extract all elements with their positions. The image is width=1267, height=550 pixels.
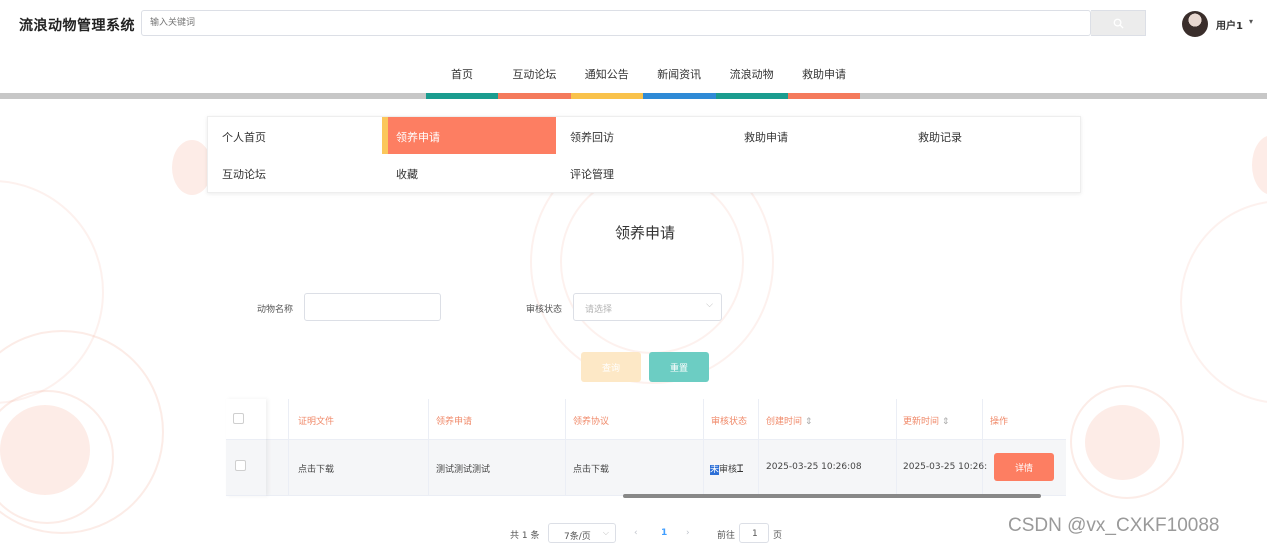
- horizontal-scrollbar[interactable]: [623, 494, 1041, 498]
- nav-item[interactable]: 新闻资讯: [643, 66, 715, 82]
- nav-color-segment: [498, 93, 571, 99]
- proof-file-link[interactable]: 点击下载: [298, 462, 334, 475]
- pagination-total: 共 1 条: [510, 531, 540, 541]
- status-select-placeholder: 请选择: [585, 305, 613, 315]
- status-cell: 未审核Ꮖ: [710, 462, 744, 475]
- submenu-item[interactable]: 领养回访: [570, 129, 614, 145]
- animal-name-input[interactable]: [304, 293, 441, 321]
- submenu-item[interactable]: 评论管理: [570, 166, 614, 182]
- chevron-down-icon[interactable]: ▾: [1249, 17, 1253, 26]
- search-button[interactable]: [1091, 10, 1146, 36]
- submenu-item[interactable]: 救助记录: [918, 129, 962, 145]
- nav-item[interactable]: 救助申请: [788, 66, 860, 82]
- col-header: 证明文件: [298, 417, 335, 427]
- submenu-item[interactable]: 个人首页: [222, 129, 266, 145]
- nav-color-segment: [788, 93, 861, 99]
- detail-button[interactable]: 详情: [994, 453, 1054, 481]
- sort-icon[interactable]: ⇕: [942, 417, 950, 427]
- col-header: 领养协议: [573, 417, 610, 427]
- search-icon: [1113, 18, 1124, 29]
- prev-page-icon[interactable]: ‹: [634, 528, 638, 538]
- submenu-item[interactable]: 救助申请: [744, 129, 788, 145]
- nav-item[interactable]: 首页: [426, 66, 498, 82]
- page-size-select[interactable]: 7条/页 ⌵: [548, 523, 616, 543]
- status-highlight: 未: [710, 465, 720, 475]
- updated-cell: 2025-03-25 10:26:: [903, 462, 988, 472]
- adoption-table: 证明文件 领养申请 领养协议 审核状态 创建时间 ⇕ 更新时间 ⇕ 操作 点击下…: [226, 399, 1066, 498]
- submenu-active-marker: [382, 117, 388, 154]
- col-header-sortable[interactable]: 更新时间 ⇕: [903, 414, 949, 427]
- chevron-down-icon: ⌵: [706, 300, 713, 310]
- nav-color-segment: [643, 93, 716, 99]
- status-text: 审核: [719, 465, 738, 475]
- col-header: 审核状态: [711, 417, 748, 427]
- sort-icon[interactable]: ⇕: [805, 417, 813, 427]
- animal-name-label: 动物名称: [257, 305, 294, 315]
- row-checkbox[interactable]: [235, 460, 246, 471]
- nav-item[interactable]: 流浪动物: [716, 66, 788, 82]
- goto-label: 前往: [717, 531, 736, 541]
- username[interactable]: 用户1: [1216, 17, 1243, 32]
- col-header-sortable[interactable]: 创建时间 ⇕: [766, 414, 812, 427]
- page-unit: 页: [773, 531, 783, 541]
- page-title: 领养申请: [614, 224, 675, 242]
- submenu-item[interactable]: 领养申请: [396, 129, 440, 145]
- current-page[interactable]: 1: [661, 528, 667, 538]
- watermark: CSDN @vx_CXKF10088: [1008, 515, 1220, 536]
- created-cell: 2025-03-25 10:26:08: [766, 462, 862, 472]
- nav-color-segment: [570, 93, 644, 99]
- agreement-link[interactable]: 点击下载: [573, 462, 609, 475]
- nav-color-segment: [426, 93, 499, 99]
- page-size-value: 7条/页: [564, 532, 591, 542]
- text-cursor-icon: Ꮖ: [737, 464, 744, 475]
- goto-page-input[interactable]: 1: [739, 523, 769, 543]
- avatar[interactable]: [1182, 11, 1208, 37]
- application-cell: 测试测试测试: [436, 465, 491, 475]
- nav-color-segment: [715, 93, 788, 99]
- status-label: 审核状态: [526, 305, 563, 315]
- col-header: 操作: [990, 417, 1009, 427]
- search-input[interactable]: [141, 10, 1091, 36]
- next-page-icon[interactable]: ›: [686, 528, 690, 538]
- reset-button[interactable]: 重置: [649, 352, 709, 382]
- app-title: 流浪动物管理系统: [19, 18, 135, 34]
- status-select[interactable]: 请选择 ⌵: [573, 293, 722, 321]
- submenu-item[interactable]: 收藏: [396, 166, 418, 182]
- col-header: 领养申请: [436, 417, 473, 427]
- nav-item[interactable]: 通知公告: [571, 66, 643, 82]
- chevron-down-icon: ⌵: [602, 528, 609, 537]
- nav-item[interactable]: 互动论坛: [498, 66, 570, 82]
- submenu-item[interactable]: 互动论坛: [222, 166, 266, 182]
- user-submenu: 个人首页 领养申请 领养回访 救助申请 救助记录互动论坛 收藏 评论管理: [207, 116, 1081, 193]
- select-all-checkbox[interactable]: [233, 413, 244, 424]
- goto-page-value: 1: [752, 529, 758, 539]
- query-button[interactable]: 查询: [581, 352, 641, 382]
